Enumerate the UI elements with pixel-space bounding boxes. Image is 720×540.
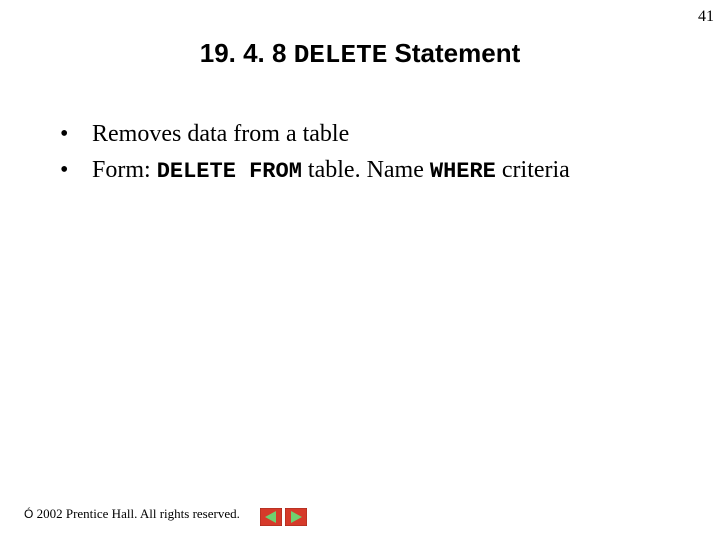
keyword-where: WHERE <box>430 159 496 184</box>
copyright-symbol: Ó <box>24 507 33 521</box>
prev-icon <box>260 508 282 526</box>
bullet-prefix: Form: <box>92 157 157 183</box>
slide: 41 19. 4. 8 DELETE Statement Removes dat… <box>0 0 720 540</box>
title-keyword: DELETE <box>294 40 388 70</box>
prev-button[interactable] <box>260 508 282 526</box>
copyright-text: 2002 Prentice Hall. All rights reserved. <box>33 506 240 521</box>
bullet-item: Form: DELETE FROM table. Name WHERE crit… <box>62 154 570 187</box>
bullet-suffix: criteria <box>496 157 570 183</box>
copyright-footer: Ó 2002 Prentice Hall. All rights reserve… <box>24 506 240 522</box>
nav-controls <box>260 508 307 526</box>
next-icon <box>285 508 307 526</box>
keyword-delete-from: DELETE FROM <box>157 159 302 184</box>
page-number: 41 <box>698 8 714 26</box>
next-button[interactable] <box>285 508 307 526</box>
title-section: 19. 4. 8 <box>200 38 294 68</box>
title-rest: Statement <box>387 38 520 68</box>
bullet-item: Removes data from a table <box>62 118 570 150</box>
bullet-list: Removes data from a table Form: DELETE F… <box>62 118 570 191</box>
bullet-mid: table. Name <box>302 157 430 183</box>
slide-title: 19. 4. 8 DELETE Statement <box>0 38 720 70</box>
bullet-text: Removes data from a table <box>92 121 349 147</box>
